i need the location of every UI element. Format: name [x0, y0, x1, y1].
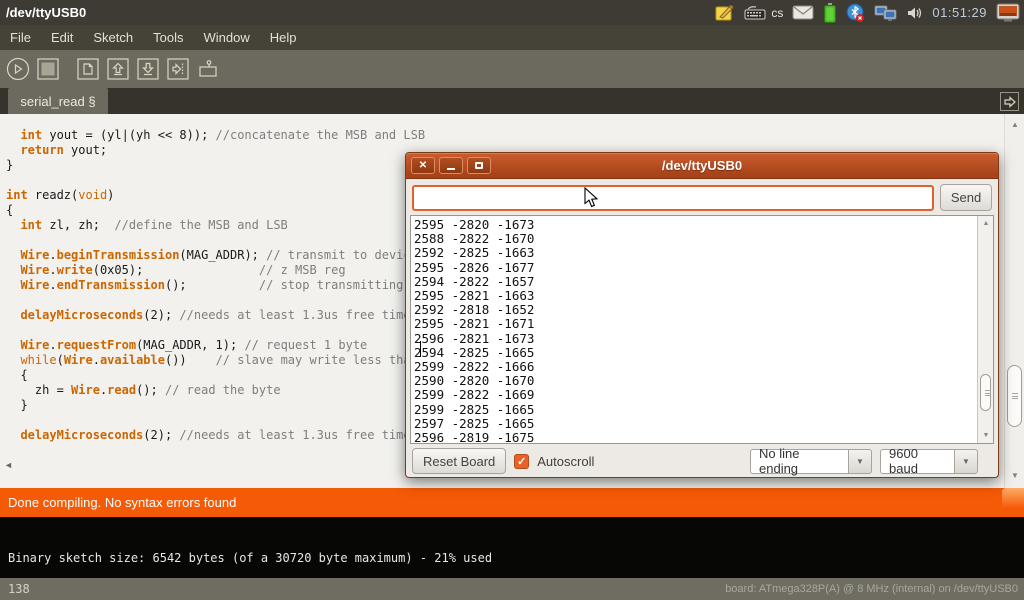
serial-line: 2597 -2825 -1665 — [414, 417, 993, 431]
serial-line: 2594 -2825 -1665 — [414, 346, 993, 360]
bluetooth-icon[interactable] — [846, 3, 865, 23]
menu-item-sketch[interactable]: Sketch — [83, 25, 143, 50]
editor-scrollbar[interactable]: ▲ ▼ — [1004, 114, 1024, 488]
scrollbar-up-icon[interactable]: ▲ — [1005, 120, 1024, 129]
keyboard-icon[interactable] — [744, 5, 766, 21]
chevron-down-icon[interactable]: ▼ — [954, 449, 978, 474]
line-ending-value: No line ending — [750, 449, 848, 474]
open-button[interactable] — [106, 57, 130, 81]
serial-line: 2590 -2820 -1670 — [414, 374, 993, 388]
serial-monitor-window: /dev/ttyUSB0 ✕ Send 2595 -2820 -16732588… — [405, 152, 999, 478]
menu-item-file[interactable]: File — [0, 25, 41, 50]
verify-button[interactable] — [6, 57, 30, 81]
serial-output-lines: 2595 -2820 -16732588 -2822 -16702592 -28… — [411, 216, 993, 444]
serial-line: 2599 -2822 -1669 — [414, 388, 993, 402]
tab-bar: serial_read § — [0, 88, 1024, 114]
text-caret — [420, 341, 421, 357]
screen: /dev/ttyUSB0 cs 01:51:29 FileEditSketchT… — [0, 0, 1024, 600]
autoscroll-checkbox[interactable]: ✓ — [514, 454, 529, 469]
reset-board-button[interactable]: Reset Board — [412, 448, 506, 474]
system-tray: cs 01:51:29 — [715, 3, 1024, 23]
baud-value: 9600 baud — [880, 449, 954, 474]
send-button[interactable]: Send — [940, 184, 992, 211]
menu-item-help[interactable]: Help — [260, 25, 307, 50]
hscroll-left-arrow[interactable]: ◄ — [4, 460, 13, 470]
message-bar-text: Done compiling. No syntax errors found — [8, 495, 236, 510]
network-icon[interactable] — [874, 4, 898, 22]
scrollbar-down-icon[interactable]: ▼ — [1005, 471, 1024, 480]
menu-bar: FileEditSketchToolsWindowHelp — [0, 25, 1024, 50]
session-icon[interactable] — [996, 3, 1020, 23]
menu-item-edit[interactable]: Edit — [41, 25, 83, 50]
serial-output-area[interactable]: 2595 -2820 -16732588 -2822 -16702592 -28… — [410, 215, 994, 444]
stop-button[interactable] — [36, 57, 60, 81]
serial-line: 2588 -2822 -1670 — [414, 232, 993, 246]
line-number: 138 — [0, 582, 30, 596]
line-ending-select[interactable]: No line ending ▼ — [750, 449, 872, 474]
scrollbar-down-icon[interactable]: ▼ — [978, 432, 994, 439]
serial-monitor-title: /dev/ttyUSB0 — [406, 158, 998, 173]
window-title: /dev/ttyUSB0 — [0, 5, 86, 20]
message-bar: Done compiling. No syntax errors found — [0, 488, 1024, 517]
serial-line: 2599 -2825 -1665 — [414, 403, 993, 417]
serial-line: 2592 -2825 -1663 — [414, 246, 993, 260]
tab-serial-read[interactable]: serial_read § — [8, 88, 108, 114]
clock[interactable]: 01:51:29 — [932, 5, 987, 20]
status-bar: 138 board: ATmega328P(A) @ 8 MHz (intern… — [0, 578, 1024, 600]
serial-line: 2599 -2822 -1666 — [414, 360, 993, 374]
menu-item-window[interactable]: Window — [193, 25, 259, 50]
toolbar — [0, 50, 1024, 88]
console: Binary sketch size: 6542 bytes (of a 307… — [0, 517, 1024, 578]
serial-line: 2595 -2821 -1671 — [414, 317, 993, 331]
serial-line: 2595 -2821 -1663 — [414, 289, 993, 303]
volume-icon[interactable] — [907, 5, 923, 21]
tab-label: serial_read § — [20, 94, 95, 109]
scrollbar-up-icon[interactable]: ▲ — [978, 220, 994, 227]
serial-monitor-button[interactable] — [196, 57, 220, 81]
menu-item-tools[interactable]: Tools — [143, 25, 193, 50]
serial-input[interactable] — [412, 185, 934, 211]
autoscroll-label: Autoscroll — [537, 454, 594, 469]
upload-button[interactable] — [166, 57, 190, 81]
desktop-panel: /dev/ttyUSB0 cs 01:51:29 — [0, 0, 1024, 25]
serial-line: 2592 -2818 -1652 — [414, 303, 993, 317]
battery-icon[interactable] — [823, 3, 837, 23]
editor-scrollbar-thumb[interactable] — [1007, 365, 1022, 427]
new-button[interactable] — [76, 57, 100, 81]
serial-line: 2594 -2822 -1657 — [414, 275, 993, 289]
keyboard-layout-label[interactable]: cs — [771, 6, 783, 20]
mouse-cursor-icon — [584, 187, 599, 214]
serial-scrollbar[interactable]: ▲ ▼ — [977, 216, 993, 443]
code-line: int yout = (yl|(yh << 8)); //concatenate… — [6, 128, 1024, 143]
serial-scrollbar-thumb[interactable] — [980, 374, 991, 411]
serial-line: 2596 -2819 -1675 — [414, 431, 993, 444]
message-bar-cap — [1002, 488, 1024, 517]
mail-icon[interactable] — [792, 5, 814, 20]
chevron-down-icon[interactable]: ▼ — [848, 449, 872, 474]
console-text: Binary sketch size: 6542 bytes (of a 307… — [8, 551, 492, 565]
serial-line: 2596 -2821 -1673 — [414, 332, 993, 346]
baud-select[interactable]: 9600 baud ▼ — [880, 449, 978, 474]
serial-line: 2595 -2820 -1673 — [414, 218, 993, 232]
serial-monitor-titlebar[interactable]: /dev/ttyUSB0 ✕ — [406, 153, 998, 179]
serial-line: 2595 -2826 -1677 — [414, 261, 993, 275]
note-icon[interactable] — [715, 4, 735, 22]
board-info: board: ATmega328P(A) @ 8 MHz (internal) … — [725, 583, 1024, 595]
tab-menu-button[interactable] — [1000, 92, 1019, 111]
save-button[interactable] — [136, 57, 160, 81]
